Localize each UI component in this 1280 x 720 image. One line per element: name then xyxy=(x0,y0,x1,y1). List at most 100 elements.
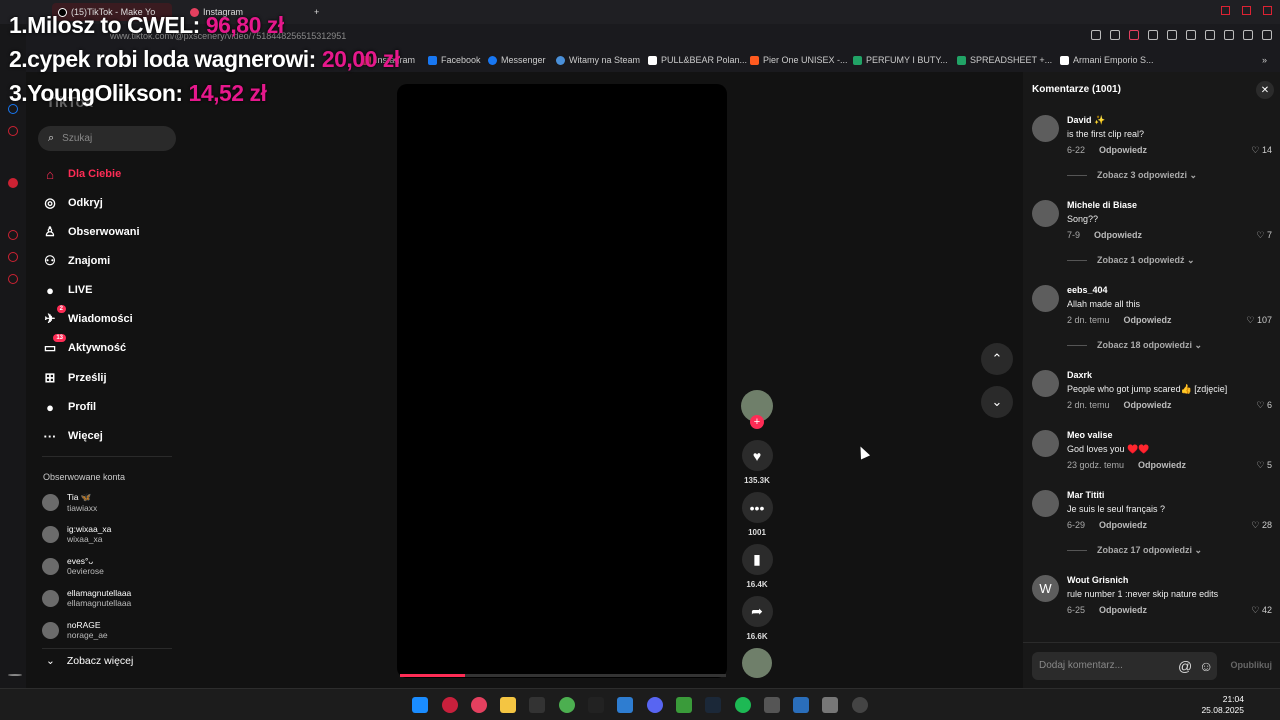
remote-desktop-icon[interactable] xyxy=(793,697,809,713)
mention-icon[interactable]: @ xyxy=(1178,658,1192,674)
bookmark-pullbear[interactable]: PULL&BEAR Polan... xyxy=(648,55,747,65)
reply-button[interactable]: Odpowiedz xyxy=(1099,605,1147,615)
avatar[interactable] xyxy=(1032,430,1059,457)
comment-like-button[interactable]: ♡ 107 xyxy=(1246,315,1272,326)
heart-icon[interactable] xyxy=(1186,30,1196,40)
nav-item-1[interactable]: ◎ Odkryj xyxy=(42,193,103,213)
notion-icon[interactable] xyxy=(529,697,545,713)
comment-author[interactable]: Daxrk xyxy=(1067,370,1092,380)
comment-button[interactable]: ••• 1001 xyxy=(738,492,776,537)
tiktok-sidebar-icon[interactable] xyxy=(8,178,18,188)
followed-account[interactable]: ig:wixaa_xa wixaa_xa xyxy=(42,524,111,544)
settings-icon[interactable] xyxy=(8,274,18,284)
nav-item-6[interactable]: ▭ 13 Aktywność xyxy=(42,334,126,358)
nav-item-3[interactable]: ⚇ Znajomi xyxy=(42,251,110,271)
author-avatar[interactable]: + xyxy=(738,390,776,429)
nav-item-0[interactable]: ⌂ Dla Ciebie xyxy=(42,164,121,184)
bookmark-spreadsheet[interactable]: SPREADSHEET +... xyxy=(957,55,1052,65)
comment-like-button[interactable]: ♡ 28 xyxy=(1251,520,1272,531)
more-icon[interactable] xyxy=(8,674,22,676)
history-icon[interactable] xyxy=(8,230,18,240)
comment-like-button[interactable]: ♡ 42 xyxy=(1251,605,1272,616)
comment-author[interactable]: eebs_404 xyxy=(1067,285,1108,295)
comment-like-button[interactable]: ♡ 6 xyxy=(1256,400,1272,411)
comment-author[interactable]: David ✨ xyxy=(1067,115,1105,126)
bookmark-armani[interactable]: Armani Emporio S... xyxy=(1060,55,1154,65)
comment-like-button[interactable]: ♡ 5 xyxy=(1256,460,1272,471)
nav-item-9[interactable]: ··· Więcej xyxy=(42,426,103,446)
extensions-icon[interactable] xyxy=(1205,30,1215,40)
maximize-icon[interactable] xyxy=(1242,6,1251,15)
previous-video-button[interactable]: ⌃ xyxy=(981,343,1013,375)
steam-icon[interactable] xyxy=(705,697,721,713)
avatar[interactable] xyxy=(1032,490,1059,517)
bookmark-facebook[interactable]: Facebook xyxy=(428,55,481,65)
music-disc[interactable] xyxy=(738,648,776,678)
next-video-button[interactable]: ⌄ xyxy=(981,386,1013,418)
avatar[interactable] xyxy=(1032,285,1059,312)
followed-account[interactable]: noRAGE norage_ae xyxy=(42,620,108,640)
see-more-button[interactable]: ⌄ Zobacz więcej xyxy=(46,655,133,667)
followed-account[interactable]: ellamagnutellaaa ellamagnutellaaa xyxy=(42,588,131,608)
view-replies-button[interactable]: Zobacz 1 odpowiedź ⌄ xyxy=(1067,255,1195,266)
view-replies-button[interactable]: Zobacz 18 odpowiedzi ⌄ xyxy=(1067,340,1202,351)
photos-icon[interactable] xyxy=(617,697,633,713)
bookmark-steam[interactable]: Witamy na Steam xyxy=(556,55,640,65)
share-button[interactable]: ➦ 16.6K xyxy=(738,596,776,641)
emoji-icon[interactable]: ☺ xyxy=(1199,658,1213,674)
bookmarks-overflow-icon[interactable]: » xyxy=(1262,55,1267,65)
close-window-icon[interactable] xyxy=(1263,6,1272,15)
video-player[interactable] xyxy=(397,84,727,678)
nav-item-7[interactable]: ⊞ Prześlij xyxy=(42,368,107,388)
reply-button[interactable]: Odpowiedz xyxy=(1094,230,1142,240)
menu-icon[interactable] xyxy=(1262,30,1272,40)
shield-icon[interactable] xyxy=(1129,30,1139,40)
avatar[interactable] xyxy=(1032,370,1059,397)
discord-icon[interactable] xyxy=(647,697,663,713)
comment-author[interactable]: Michele di Biase xyxy=(1067,200,1137,210)
avatar[interactable] xyxy=(1032,115,1059,142)
comment-author[interactable]: Meo valise xyxy=(1067,430,1113,440)
save-button[interactable]: ▮ 16.4K xyxy=(738,544,776,589)
view-replies-button[interactable]: Zobacz 3 odpowiedzi ⌄ xyxy=(1067,170,1197,181)
nav-item-8[interactable]: ● Profil xyxy=(42,397,96,417)
avatar[interactable]: W xyxy=(1032,575,1059,602)
followed-account[interactable]: eves°ᴗ 0evierose xyxy=(42,556,104,576)
reply-button[interactable]: Odpowiedz xyxy=(1124,315,1172,325)
opera-gx-icon[interactable] xyxy=(442,697,458,713)
spotify-icon[interactable] xyxy=(735,697,751,713)
publish-button[interactable]: Opublikuj xyxy=(1231,660,1273,670)
close-comments-button[interactable]: ✕ xyxy=(1256,81,1274,99)
file-explorer-icon[interactable] xyxy=(500,697,516,713)
reply-button[interactable]: Odpowiedz xyxy=(1099,520,1147,530)
nav-item-4[interactable]: ● LIVE xyxy=(42,280,92,300)
obs-icon[interactable] xyxy=(852,697,868,713)
bookmark-messenger[interactable]: Messenger xyxy=(488,55,546,65)
reply-button[interactable]: Odpowiedz xyxy=(1138,460,1186,470)
instagram-icon[interactable] xyxy=(8,126,18,136)
windows-start-icon[interactable] xyxy=(412,697,428,713)
nvidia-icon[interactable] xyxy=(676,697,692,713)
comment-like-button[interactable]: ♡ 7 xyxy=(1256,230,1272,241)
reply-button[interactable]: Odpowiedz xyxy=(1124,400,1172,410)
like-button[interactable]: ♥ 135.3K xyxy=(738,440,776,485)
nav-item-5[interactable]: ✈ 2 Wiadomości xyxy=(42,305,133,329)
follow-plus-icon[interactable]: + xyxy=(750,415,764,429)
nav-item-2[interactable]: ♙ Obserwowani xyxy=(42,222,139,242)
app-g-icon[interactable] xyxy=(588,697,604,713)
bookmark-perfumy[interactable]: PERFUMY I BUTY... xyxy=(853,55,948,65)
search-input[interactable]: ⌕ Szukaj xyxy=(38,126,176,151)
view-replies-button[interactable]: Zobacz 17 odpowiedzi ⌄ xyxy=(1067,545,1202,556)
calculator-icon[interactable] xyxy=(764,697,780,713)
video-progress-bar[interactable] xyxy=(400,674,726,677)
download-icon[interactable] xyxy=(1243,30,1253,40)
comment-author[interactable]: Mar Tititi xyxy=(1067,490,1104,500)
comment-like-button[interactable]: ♡ 14 xyxy=(1251,145,1272,156)
screenshot-icon[interactable] xyxy=(1110,30,1120,40)
browser-icon[interactable] xyxy=(471,697,487,713)
minimize-icon[interactable] xyxy=(1221,6,1230,15)
share-icon[interactable] xyxy=(1224,30,1234,40)
new-tab-button[interactable]: + xyxy=(308,3,325,21)
followed-account[interactable]: Tia 🦋 tiawiaxx xyxy=(42,492,97,513)
reply-button[interactable]: Odpowiedz xyxy=(1099,145,1147,155)
